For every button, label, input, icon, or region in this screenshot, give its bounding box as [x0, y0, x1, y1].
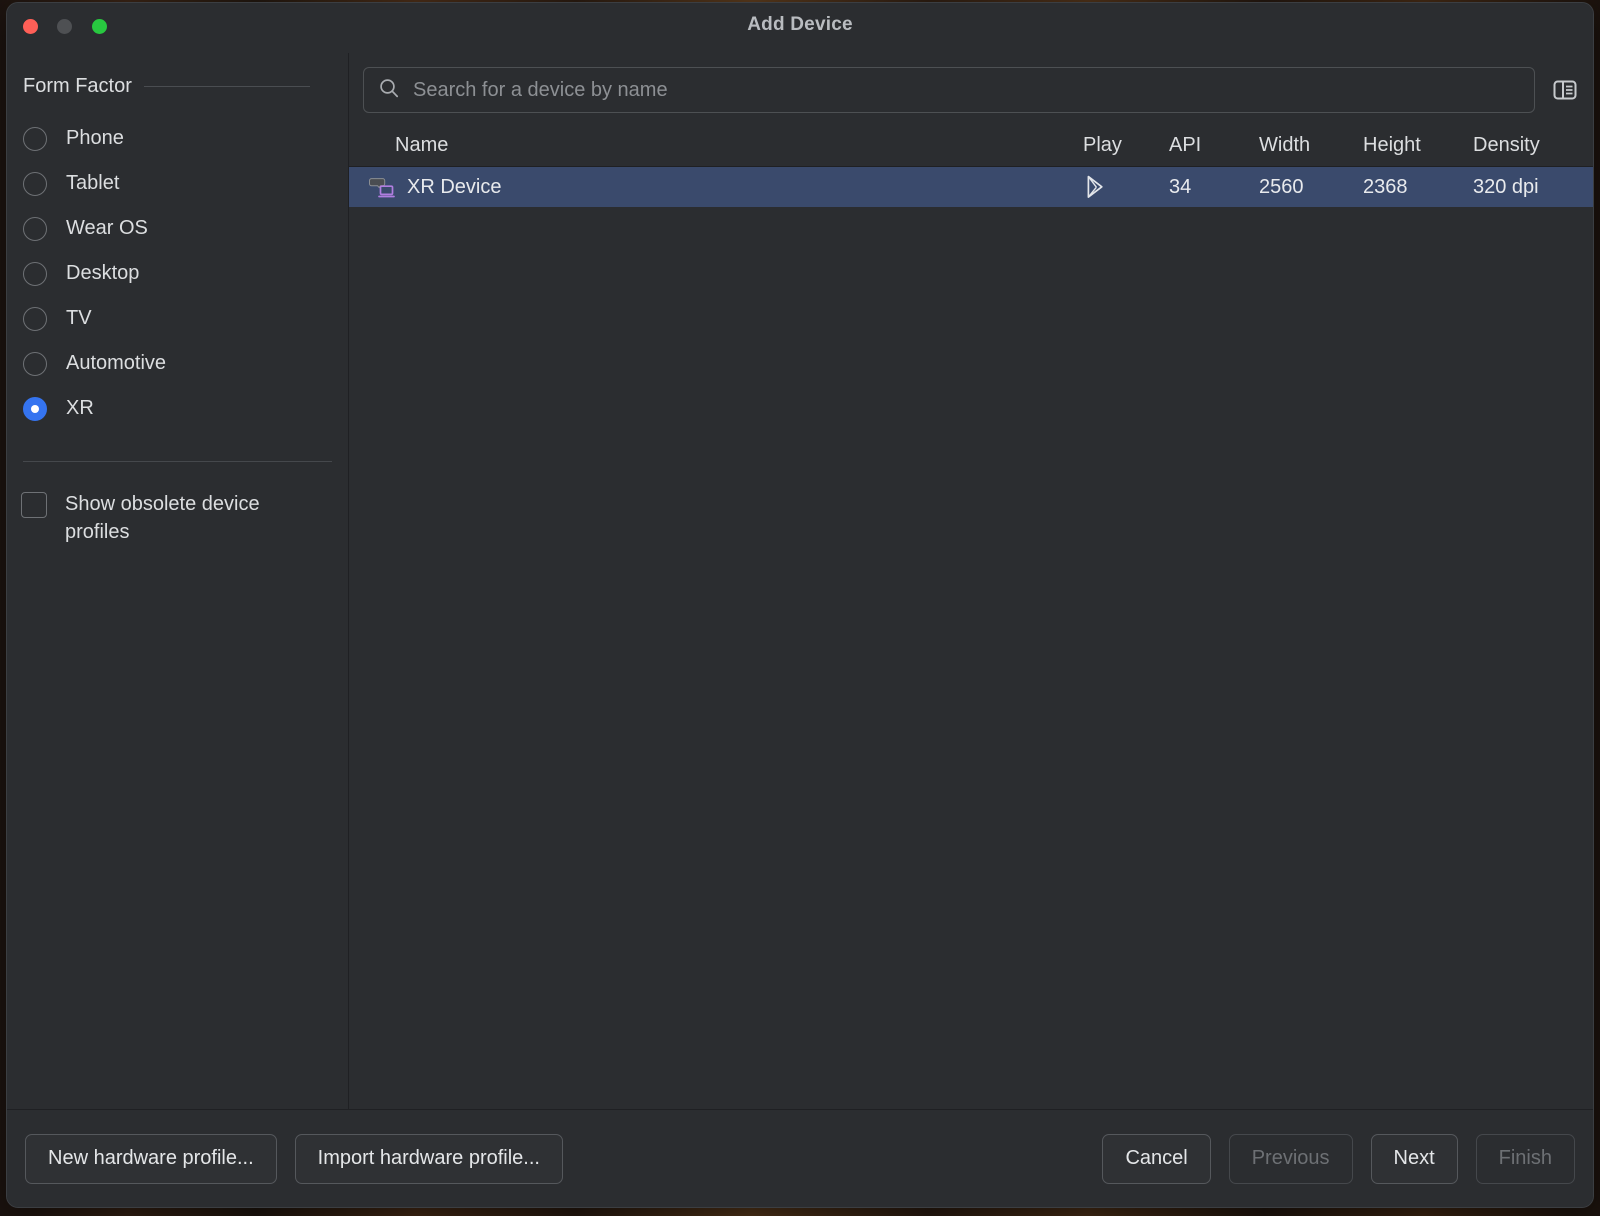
- table-empty-area: [349, 207, 1593, 1109]
- window-titlebar: Add Device: [7, 3, 1593, 53]
- form-factor-label: Desktop: [66, 262, 139, 285]
- device-width-cell: 2560: [1259, 176, 1363, 199]
- previous-button: Previous: [1229, 1134, 1353, 1184]
- checkbox-icon[interactable]: [21, 492, 47, 518]
- dialog-footer: New hardware profile... Import hardware …: [7, 1109, 1593, 1207]
- radio-icon[interactable]: [23, 172, 47, 196]
- radio-icon[interactable]: [23, 307, 47, 331]
- column-header-play[interactable]: Play: [1083, 134, 1169, 157]
- form-factor-label: Tablet: [66, 172, 119, 195]
- cancel-button[interactable]: Cancel: [1102, 1134, 1210, 1184]
- show-obsolete-profiles-row[interactable]: Show obsolete device profiles: [7, 462, 348, 546]
- form-factor-option-desktop[interactable]: Desktop: [7, 251, 348, 296]
- column-header-name[interactable]: Name: [349, 134, 1083, 157]
- window-title: Add Device: [7, 14, 1593, 36]
- radio-icon[interactable]: [23, 262, 47, 286]
- device-api-cell: 34: [1169, 176, 1259, 199]
- device-name-cell[interactable]: XR Device: [349, 175, 1083, 199]
- table-header-row: Name Play API Width Height Density: [349, 125, 1593, 167]
- form-factor-option-wear-os[interactable]: Wear OS: [7, 206, 348, 251]
- form-factor-label: Automotive: [66, 352, 166, 375]
- device-table: Name Play API Width Height Density: [349, 125, 1593, 1109]
- finish-button: Finish: [1476, 1134, 1575, 1184]
- show-obsolete-profiles-label: Show obsolete device profiles: [65, 490, 312, 546]
- form-factor-title: Form Factor: [23, 75, 132, 98]
- search-icon: [378, 77, 400, 104]
- device-list-pane: Search for a device by name Name Play: [349, 53, 1593, 1109]
- form-factor-option-tablet[interactable]: Tablet: [7, 161, 348, 206]
- form-factor-option-automotive[interactable]: Automotive: [7, 341, 348, 386]
- column-header-density[interactable]: Density: [1473, 134, 1593, 157]
- form-factor-option-phone[interactable]: Phone: [7, 116, 348, 161]
- column-header-height[interactable]: Height: [1363, 134, 1473, 157]
- details-panel-icon[interactable]: [1551, 76, 1579, 104]
- column-header-width[interactable]: Width: [1259, 134, 1363, 157]
- radio-icon[interactable]: [23, 127, 47, 151]
- form-factor-sidebar: Form Factor Phone Tablet Wear OS Desktop: [7, 53, 349, 1109]
- radio-icon[interactable]: [23, 217, 47, 241]
- form-factor-option-xr[interactable]: XR: [7, 386, 348, 431]
- column-header-api[interactable]: API: [1169, 134, 1259, 157]
- radio-icon-selected[interactable]: [23, 397, 47, 421]
- search-bar: Search for a device by name: [349, 53, 1593, 125]
- import-hardware-profile-button[interactable]: Import hardware profile...: [295, 1134, 563, 1184]
- form-factor-label: XR: [66, 397, 94, 420]
- form-factor-label: Wear OS: [66, 217, 148, 240]
- form-factor-label: TV: [66, 307, 92, 330]
- dialog-body: Form Factor Phone Tablet Wear OS Desktop: [7, 53, 1593, 1109]
- new-hardware-profile-button[interactable]: New hardware profile...: [25, 1134, 277, 1184]
- device-height-cell: 2368: [1363, 176, 1473, 199]
- radio-icon[interactable]: [23, 352, 47, 376]
- device-density-cell: 320 dpi: [1473, 176, 1593, 199]
- form-factor-label: Phone: [66, 127, 124, 150]
- search-input[interactable]: Search for a device by name: [363, 67, 1535, 113]
- device-name-text: XR Device: [407, 176, 501, 199]
- search-placeholder-text: Search for a device by name: [413, 79, 668, 102]
- form-factor-option-tv[interactable]: TV: [7, 296, 348, 341]
- play-store-cell: [1083, 174, 1169, 200]
- form-factor-header: Form Factor: [7, 75, 348, 98]
- next-button[interactable]: Next: [1371, 1134, 1458, 1184]
- xr-device-icon: [369, 175, 395, 199]
- add-device-dialog-window: Add Device Form Factor Phone Tablet Wear…: [6, 2, 1594, 1208]
- wizard-navigation-buttons: Cancel Previous Next Finish: [1102, 1134, 1575, 1184]
- table-row[interactable]: XR Device 34 2560 2368 320 dpi: [349, 167, 1593, 207]
- form-factor-divider: [144, 86, 310, 87]
